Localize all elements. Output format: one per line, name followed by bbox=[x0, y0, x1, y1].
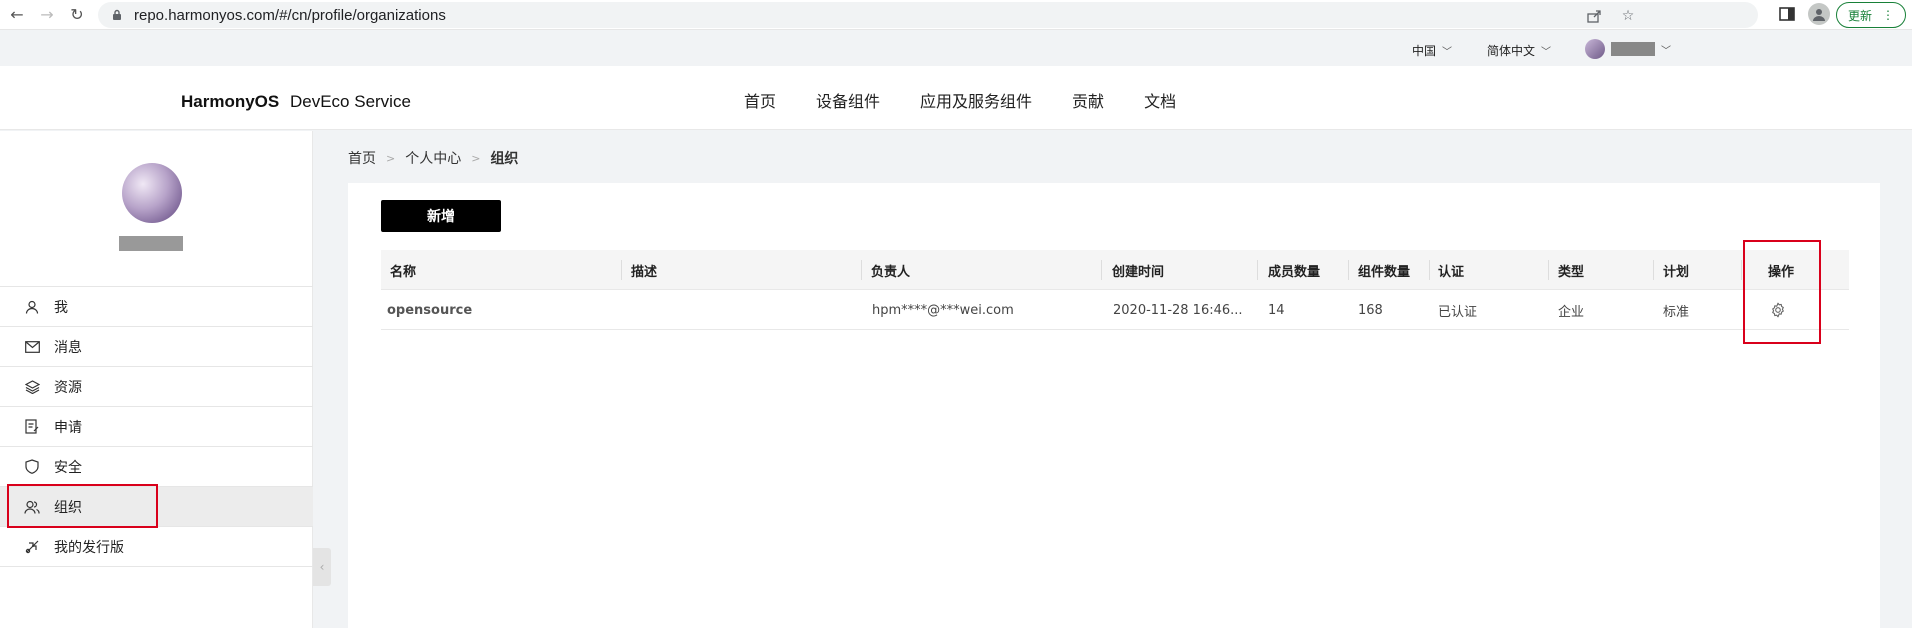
highlight-box-organizations bbox=[7, 484, 158, 528]
username-redacted bbox=[1611, 42, 1655, 56]
logo-brand: HarmonyOS bbox=[181, 92, 280, 111]
sidebar-item-label: 安全 bbox=[54, 459, 82, 476]
profile-avatar[interactable] bbox=[122, 163, 182, 223]
user-menu[interactable]: ﹀ bbox=[1585, 39, 1671, 59]
chevron-down-icon: ﹀ bbox=[1541, 47, 1552, 58]
star-icon[interactable]: ☆ bbox=[1618, 6, 1638, 26]
release-icon bbox=[24, 539, 40, 555]
column-divider bbox=[1548, 260, 1549, 280]
table-header: 名称 描述 负责人 创建时间 成员数量 组件数量 认证 类型 计划 操作 bbox=[381, 250, 1849, 290]
region-selector[interactable]: 中国 ﹀ bbox=[1412, 42, 1452, 59]
language-label: 简体中文 bbox=[1487, 44, 1536, 58]
forward-icon[interactable]: → bbox=[34, 2, 60, 28]
column-divider bbox=[1429, 260, 1430, 280]
organizations-table: 名称 描述 负责人 创建时间 成员数量 组件数量 认证 类型 计划 操作 ope… bbox=[381, 250, 1849, 330]
utility-bar: 中国 ﹀ 简体中文 ﹀ ﹀ bbox=[0, 32, 1912, 66]
mail-icon bbox=[24, 339, 40, 355]
breadcrumb: 首页 > 个人中心 > 组织 bbox=[348, 148, 518, 168]
reload-icon[interactable]: ↻ bbox=[64, 2, 90, 28]
chevron-left-icon: ‹ bbox=[319, 560, 325, 574]
browser-profile-icon[interactable] bbox=[1808, 3, 1830, 25]
column-header-name: 名称 bbox=[390, 264, 417, 280]
nav-home[interactable]: 首页 bbox=[744, 88, 776, 112]
shield-icon bbox=[24, 459, 40, 475]
chevron-right-icon: > bbox=[471, 151, 481, 165]
chevron-right-icon: > bbox=[386, 151, 396, 165]
chevron-down-icon: ﹀ bbox=[1442, 47, 1453, 58]
address-bar[interactable]: repo.harmonyos.com/#/cn/profile/organiza… bbox=[98, 2, 1758, 28]
avatar bbox=[1585, 39, 1605, 59]
column-header-description: 描述 bbox=[631, 264, 658, 280]
nav-app-components[interactable]: 应用及服务组件 bbox=[920, 88, 1032, 112]
breadcrumb-current: 组织 bbox=[490, 151, 519, 167]
clipboard-icon bbox=[24, 419, 40, 435]
column-header-members: 成员数量 bbox=[1268, 264, 1321, 280]
column-divider bbox=[621, 260, 622, 280]
share-icon[interactable] bbox=[1584, 6, 1604, 26]
url-text: repo.harmonyos.com/#/cn/profile/organiza… bbox=[134, 6, 446, 24]
update-label: 更新 bbox=[1847, 8, 1872, 23]
org-type: 企业 bbox=[1558, 304, 1585, 320]
sidebar: 我 消息 资源 申请 安全 组织 我的发行版 bbox=[0, 131, 313, 628]
profile-name-redacted bbox=[119, 236, 183, 251]
sidebar-item-label: 我的发行版 bbox=[54, 539, 124, 556]
column-header-created: 创建时间 bbox=[1112, 264, 1165, 280]
browser-update-button[interactable]: 更新 ⋮ bbox=[1836, 2, 1906, 28]
nav-contribute[interactable]: 贡献 bbox=[1072, 88, 1104, 112]
org-components: 168 bbox=[1358, 302, 1383, 318]
org-created: 2020-11-28 16:46... bbox=[1113, 302, 1243, 318]
sidebar-item-label: 我 bbox=[54, 299, 68, 316]
column-divider bbox=[861, 260, 862, 280]
column-header-type: 类型 bbox=[1558, 264, 1585, 280]
logo-product: DevEco Service bbox=[289, 92, 411, 111]
sidebar-item-resources[interactable]: 资源 bbox=[0, 367, 313, 407]
org-plan: 标准 bbox=[1663, 304, 1690, 320]
column-divider bbox=[1101, 260, 1102, 280]
breadcrumb-profile[interactable]: 个人中心 bbox=[405, 148, 461, 168]
layers-icon bbox=[24, 379, 40, 395]
column-divider bbox=[1348, 260, 1349, 280]
column-divider bbox=[1653, 260, 1654, 280]
column-header-owner: 负责人 bbox=[871, 264, 911, 280]
nav-device-components[interactable]: 设备组件 bbox=[816, 88, 880, 112]
sidebar-item-applications[interactable]: 申请 bbox=[0, 407, 313, 447]
sidebar-item-my-releases[interactable]: 我的发行版 bbox=[0, 527, 313, 567]
user-icon bbox=[24, 299, 40, 315]
org-certification: 已认证 bbox=[1438, 304, 1478, 320]
org-name-link[interactable]: opensource bbox=[387, 290, 472, 330]
lock-icon bbox=[110, 8, 124, 22]
site-header: HarmonyOS DevEco Service 首页 设备组件 应用及服务组件… bbox=[0, 66, 1912, 130]
add-organization-button[interactable]: 新增 bbox=[381, 200, 501, 232]
column-header-components: 组件数量 bbox=[1358, 264, 1411, 280]
nav-docs[interactable]: 文档 bbox=[1144, 88, 1176, 112]
sidebar-item-messages[interactable]: 消息 bbox=[0, 327, 313, 367]
column-divider bbox=[1741, 260, 1742, 280]
main-nav: 首页 设备组件 应用及服务组件 贡献 文档 bbox=[744, 88, 1176, 112]
sidebar-item-label: 资源 bbox=[54, 379, 82, 396]
org-owner: hpm****@***wei.com bbox=[872, 302, 1014, 318]
back-icon[interactable]: ← bbox=[4, 2, 30, 28]
highlight-box-actions bbox=[1743, 240, 1821, 344]
more-vert-icon: ⋮ bbox=[1882, 8, 1894, 22]
sidebar-collapse-toggle[interactable]: ‹ bbox=[313, 548, 331, 586]
column-header-plan: 计划 bbox=[1663, 264, 1690, 280]
column-divider bbox=[1257, 260, 1258, 280]
side-panel-icon[interactable] bbox=[1778, 5, 1796, 23]
org-members: 14 bbox=[1268, 302, 1285, 318]
site-logo[interactable]: HarmonyOS DevEco Service bbox=[181, 92, 411, 112]
browser-toolbar: ← → ↻ repo.harmonyos.com/#/cn/profile/or… bbox=[0, 0, 1912, 30]
sidebar-item-label: 消息 bbox=[54, 339, 82, 356]
table-row[interactable]: opensource hpm****@***wei.com 2020-11-28… bbox=[381, 290, 1849, 330]
chevron-down-icon: ﹀ bbox=[1661, 45, 1671, 57]
region-label: 中国 bbox=[1412, 44, 1437, 58]
column-header-certification: 认证 bbox=[1438, 264, 1465, 280]
sidebar-item-me[interactable]: 我 bbox=[0, 287, 313, 327]
sidebar-item-security[interactable]: 安全 bbox=[0, 447, 313, 487]
breadcrumb-home[interactable]: 首页 bbox=[348, 148, 376, 168]
sidebar-item-label: 申请 bbox=[54, 419, 82, 436]
language-selector[interactable]: 简体中文 ﹀ bbox=[1487, 42, 1551, 59]
